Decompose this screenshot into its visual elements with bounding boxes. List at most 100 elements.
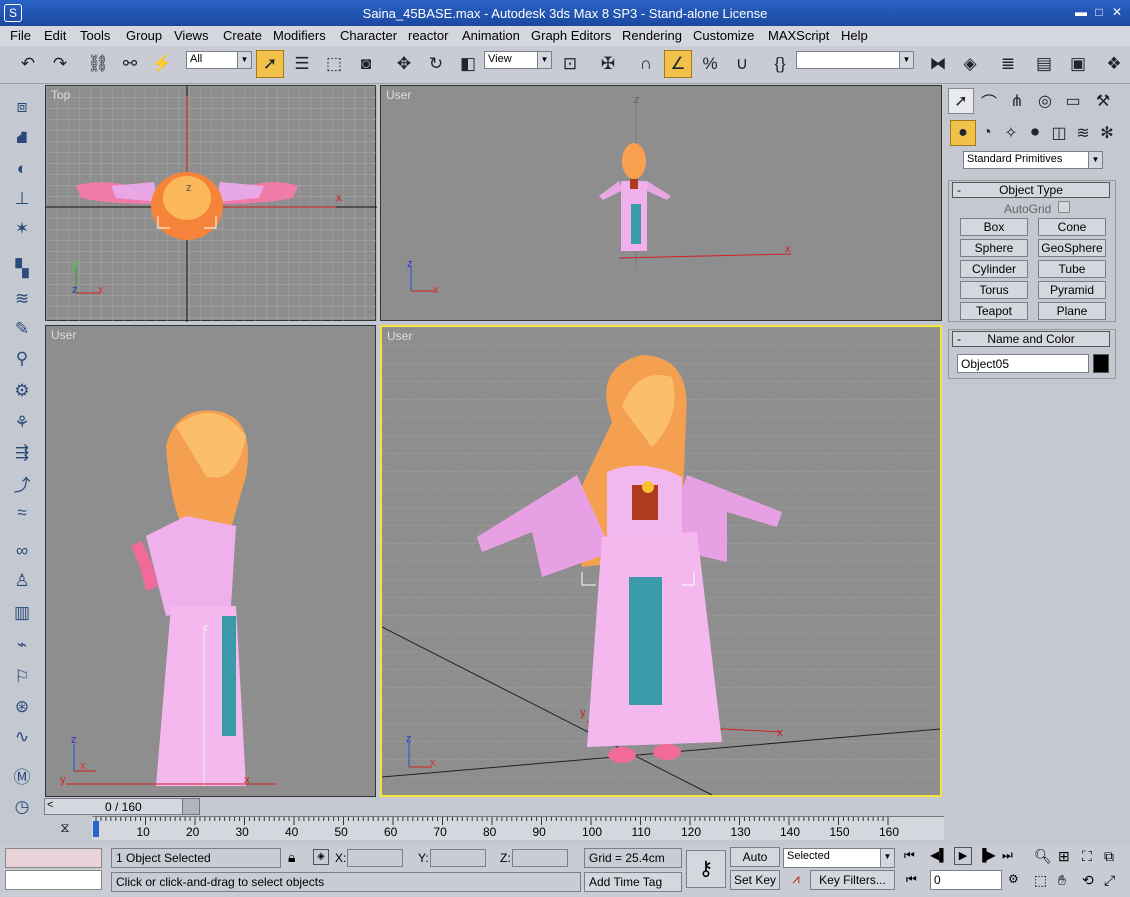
knot-icon[interactable]: ∞ (9, 538, 35, 564)
spinner-snap-icon[interactable]: ∪ (728, 50, 756, 78)
y-coordinate-input[interactable] (430, 849, 486, 867)
snaps-toggle-icon[interactable]: ∩ (632, 50, 660, 78)
viewport-user2-label[interactable]: User (51, 328, 76, 342)
viewport-user-2[interactable]: User z x y x z (45, 325, 376, 797)
create-tab-icon[interactable]: ➚ (948, 88, 974, 114)
material-tshirt-icon[interactable]: Ⓜ (9, 762, 35, 788)
viewport-user1-label[interactable]: User (386, 88, 411, 102)
slider-left-icon[interactable]: < (47, 799, 53, 811)
motion-tab-icon[interactable]: ◎ (1032, 88, 1058, 114)
use-pivot-center-icon[interactable]: ⊡ (556, 50, 584, 78)
zoom-extents-all-icon[interactable]: ⧉ (1104, 848, 1114, 865)
stack-icon[interactable]: ≋ (9, 286, 35, 312)
time-cursor[interactable] (93, 821, 99, 837)
default-tangent-icon[interactable]: ⩘ (785, 871, 807, 891)
menu-rendering[interactable]: Rendering (622, 28, 682, 43)
utilities-tab-icon[interactable]: ⚒ (1090, 88, 1116, 114)
viewport-user3-label[interactable]: User (387, 329, 412, 343)
select-and-manipulate-icon[interactable]: ✠ (594, 50, 622, 78)
target-icon[interactable]: ⊛ (9, 694, 35, 720)
viewport-top-label[interactable]: Top (51, 88, 70, 102)
select-by-name-icon[interactable]: ☰ (288, 50, 316, 78)
select-and-move-icon[interactable]: ✥ (390, 50, 418, 78)
selection-filter-dropdown[interactable]: All ▼ (186, 51, 252, 69)
shirt-icon[interactable]: ⛘ (9, 126, 35, 152)
mini-curve-editor-icon[interactable]: ⧖ (54, 820, 76, 836)
key-filters-button[interactable]: Key Filters... (810, 870, 895, 890)
box-button[interactable]: Box (960, 218, 1028, 236)
goto-start-icon[interactable]: ⏮ (904, 848, 915, 863)
zoom-extents-icon[interactable]: ⛶ (1082, 848, 1092, 865)
field-of-view-icon[interactable]: ⬚ (1034, 872, 1047, 889)
menu-modifiers[interactable]: Modifiers (273, 28, 326, 43)
teapot-button[interactable]: Teapot (960, 302, 1028, 320)
set-key-button[interactable]: Set Key (730, 870, 780, 890)
boots-icon[interactable]: ⚐ (9, 664, 35, 690)
x-coordinate-input[interactable] (347, 849, 403, 867)
viewport-user-3-active[interactable]: User z x y x (380, 325, 942, 797)
cylinder-button[interactable]: Cylinder (960, 260, 1028, 278)
menu-edit[interactable]: Edit (44, 28, 66, 43)
wind-icon[interactable]: ⇶ (9, 440, 35, 466)
link-icon[interactable]: ⌁ (9, 632, 35, 658)
paint-icon[interactable]: ⚲ (9, 346, 35, 372)
layer-manager-icon[interactable]: ≣ (994, 50, 1022, 78)
maxscript-listener-white[interactable] (5, 870, 102, 890)
zoom-icon[interactable]: 🔍︎ (1034, 848, 1052, 865)
select-and-rotate-icon[interactable]: ↻ (422, 50, 450, 78)
gauge-icon[interactable]: ◷ (9, 794, 35, 820)
redo-icon[interactable]: ↷ (46, 50, 74, 78)
named-selection-sets-dropdown[interactable]: ▼ (796, 51, 914, 69)
cameras-icon[interactable]: ⏺ (1022, 120, 1048, 146)
object-name-input[interactable] (957, 354, 1089, 373)
helpers-icon[interactable]: ◫ (1046, 120, 1072, 146)
gear-icon[interactable]: ⚙ (9, 378, 35, 404)
mirror-icon[interactable]: ⧓ (924, 50, 952, 78)
sphere-icon[interactable]: ◐ (9, 156, 35, 182)
reference-coordinate-dropdown[interactable]: View ▼ (484, 51, 552, 69)
viewport-top[interactable]: Top y x z z x (45, 85, 377, 322)
schematic-view-icon[interactable]: ▣ (1064, 50, 1092, 78)
systems-icon[interactable]: ✻ (1094, 120, 1120, 146)
select-and-link-icon[interactable]: ⛓ (84, 50, 112, 78)
shapes-icon[interactable]: ◔ (974, 120, 1000, 146)
pyramid-button[interactable]: Pyramid (1038, 281, 1106, 299)
sphere-button[interactable]: Sphere (960, 239, 1028, 257)
menu-group[interactable]: Group (126, 28, 162, 43)
menu-views[interactable]: Views (174, 28, 208, 43)
name-color-header[interactable]: - Name and Color (952, 331, 1110, 347)
z-coordinate-input[interactable] (512, 849, 568, 867)
current-frame-input[interactable] (930, 870, 1002, 890)
figure-icon[interactable]: ♙ (9, 568, 35, 594)
time-slider[interactable]: < 0 / 160 > (44, 798, 200, 815)
object-type-header[interactable]: - Object Type (952, 182, 1110, 198)
pin-icon[interactable]: ⚘ (9, 410, 35, 436)
select-object-icon[interactable]: ➚ (256, 50, 284, 78)
key-mode-toggle-icon[interactable]: ⏮ (906, 872, 917, 887)
timeline-ruler[interactable]: 10 20 30 40 50 60 70 80 90 100 110 120 130 140 150 160 (92, 816, 944, 840)
modify-tab-icon[interactable]: ⌒ (976, 88, 1002, 114)
angle-snap-icon[interactable]: ∠ (664, 50, 692, 78)
biped-icon[interactable]: ✶ (9, 216, 35, 242)
torus-button[interactable]: Torus (960, 281, 1028, 299)
menu-graph-editors[interactable]: Graph Editors (531, 28, 611, 43)
key-mode-dropdown[interactable]: Selected ▼ (783, 848, 895, 868)
next-frame-icon[interactable]: ▐▶ (978, 848, 996, 862)
bend-icon[interactable]: ⤴ (9, 470, 35, 496)
space-warps-icon[interactable]: ≋ (1070, 120, 1096, 146)
maximize-viewport-icon[interactable]: ⤢ (1104, 872, 1115, 889)
previous-frame-icon[interactable]: ◀▌ (930, 848, 948, 862)
menu-file[interactable]: File (10, 28, 31, 43)
menu-animation[interactable]: Animation (462, 28, 520, 43)
maxscript-listener-pink[interactable] (5, 848, 102, 868)
set-key-icon[interactable]: ⚷ (686, 850, 726, 888)
align-icon[interactable]: ◈ (956, 50, 984, 78)
bind-space-warp-icon[interactable]: ⚡ (148, 50, 176, 78)
curve-editor-icon[interactable]: ▤ (1030, 50, 1058, 78)
cylinder-icon[interactable]: ▥ (9, 600, 35, 626)
category-dropdown[interactable]: Standard Primitives ▼ (963, 151, 1103, 169)
rectangular-selection-icon[interactable]: ⬚ (320, 50, 348, 78)
menu-help[interactable]: Help (841, 28, 868, 43)
create-box-icon[interactable]: ⧈ (9, 94, 35, 120)
cone-button[interactable]: Cone (1038, 218, 1106, 236)
